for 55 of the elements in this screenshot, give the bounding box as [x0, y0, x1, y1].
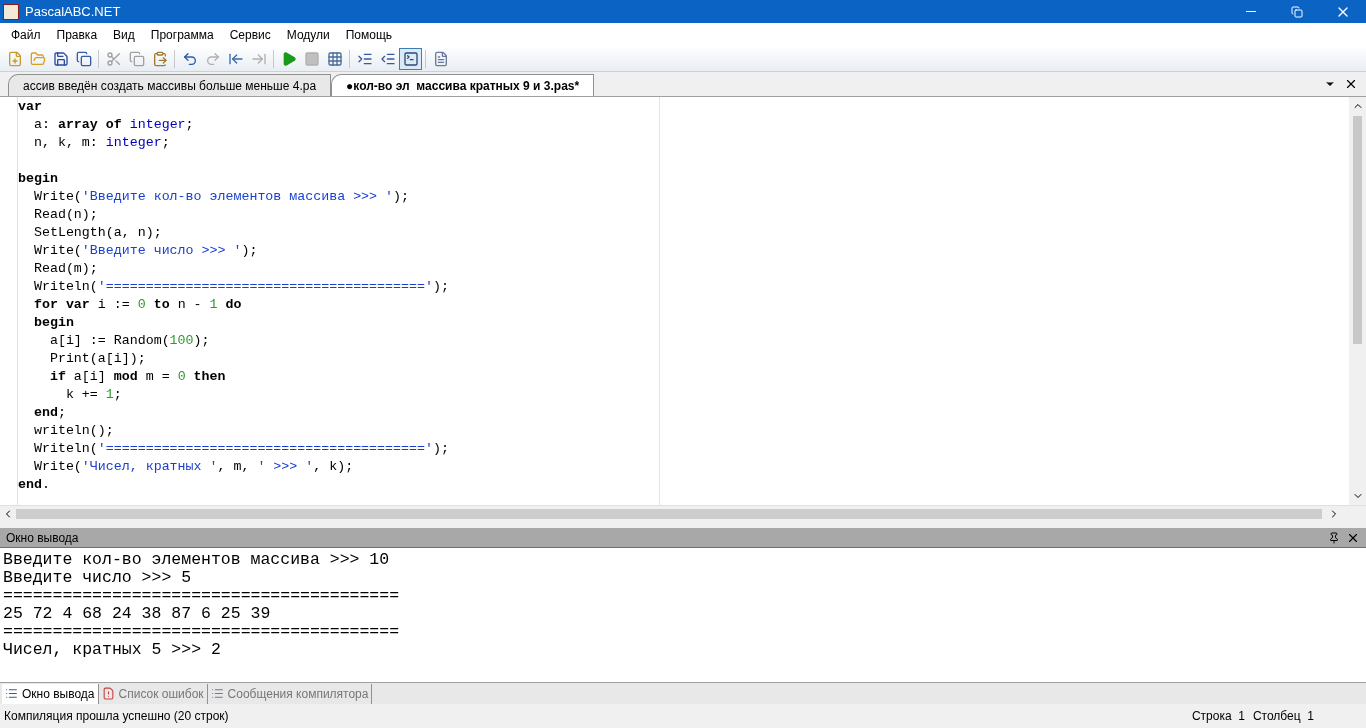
code-line: Write('Введите кол-во элементов массива >>> '); — [32, 188, 409, 206]
code-line: Read(m); — [32, 260, 98, 278]
code-line: Writeln('========================================'); — [32, 278, 449, 296]
menu-item[interactable]: Вид — [105, 25, 143, 44]
restore-icon — [1291, 5, 1303, 18]
code-line: end. — [18, 476, 50, 494]
menu-item[interactable]: Программа — [142, 25, 222, 44]
code-line: SetLength(a, n); — [32, 224, 162, 242]
app-logo-icon — [3, 3, 19, 20]
output-line: ======================================== — [3, 623, 400, 641]
code-line: k += 1; — [64, 386, 122, 404]
code-line: Write('Введите число >>> '); — [32, 242, 258, 260]
pin-icon[interactable] — [1328, 531, 1340, 544]
code-line: begin — [18, 170, 58, 188]
menu-item[interactable]: Модули — [278, 25, 338, 44]
terminal-icon[interactable] — [399, 47, 422, 70]
minimize-icon — [1246, 11, 1256, 12]
output-line: Введите число >>> 5 — [3, 569, 192, 587]
file-warning-icon — [101, 687, 115, 700]
code-line: for var i := 0 to n - 1 do — [32, 296, 242, 314]
close-tab-icon[interactable] — [1344, 77, 1358, 91]
list-icon — [210, 687, 224, 700]
output-line: 25 72 4 68 24 38 87 6 25 39 — [3, 605, 271, 623]
code-line: var — [18, 98, 42, 116]
menu-item[interactable]: Сервис — [221, 25, 279, 44]
code-line: Write('Чисел, кратных ', m, ' >>> ', k); — [32, 458, 354, 476]
file-tab[interactable]: ассив введён создать массивы больше меньше 4.pa — [8, 74, 332, 96]
code-line: a: array of integer; — [32, 116, 194, 134]
code-line: if a[i] mod m = 0 then — [48, 368, 226, 386]
output-line: Введите кол-во элементов массива >>> 10 — [3, 551, 390, 569]
panel-tab[interactable]: Сообщения компилятора — [207, 683, 373, 704]
vertical-scrollbar[interactable] — [1349, 97, 1366, 505]
file-tab[interactable]: ●кол-во эл массива кратных 9 и 3.pas* — [331, 74, 595, 96]
code-line: writeln(); — [32, 422, 114, 440]
list-icon — [5, 687, 18, 700]
output-line: ======================================== — [3, 587, 400, 605]
line-position: Строка 1 — [1191, 708, 1245, 725]
window-title: PascalABC.NET — [25, 2, 121, 21]
horizontal-scrollbar[interactable] — [0, 505, 1366, 522]
column-position: Столбец 1 — [1252, 708, 1314, 725]
code-line: end; — [32, 404, 66, 422]
panel-tab[interactable]: Список ошибок — [98, 683, 208, 704]
code-line: Writeln('========================================'); — [32, 440, 449, 458]
status-message: Компиляция прошла успешно (20 строк) — [4, 708, 229, 725]
panel-tab[interactable]: Окно вывода — [2, 683, 99, 704]
output-line: Чисел, кратных 5 >>> 2 — [3, 641, 221, 659]
code-line: a[i] := Random(100); — [48, 332, 210, 350]
code-line: begin — [32, 314, 74, 332]
code-line: n, k, m: integer; — [32, 134, 170, 152]
code-line: Read(n); — [32, 206, 98, 224]
menu-item[interactable]: Правка — [48, 25, 106, 44]
panel-title: Окно вывода — [6, 529, 79, 547]
menu-item[interactable]: Помощь — [337, 25, 401, 44]
code-line: Print(a[i]); — [48, 350, 146, 368]
menu-item[interactable]: Файл — [3, 25, 49, 44]
